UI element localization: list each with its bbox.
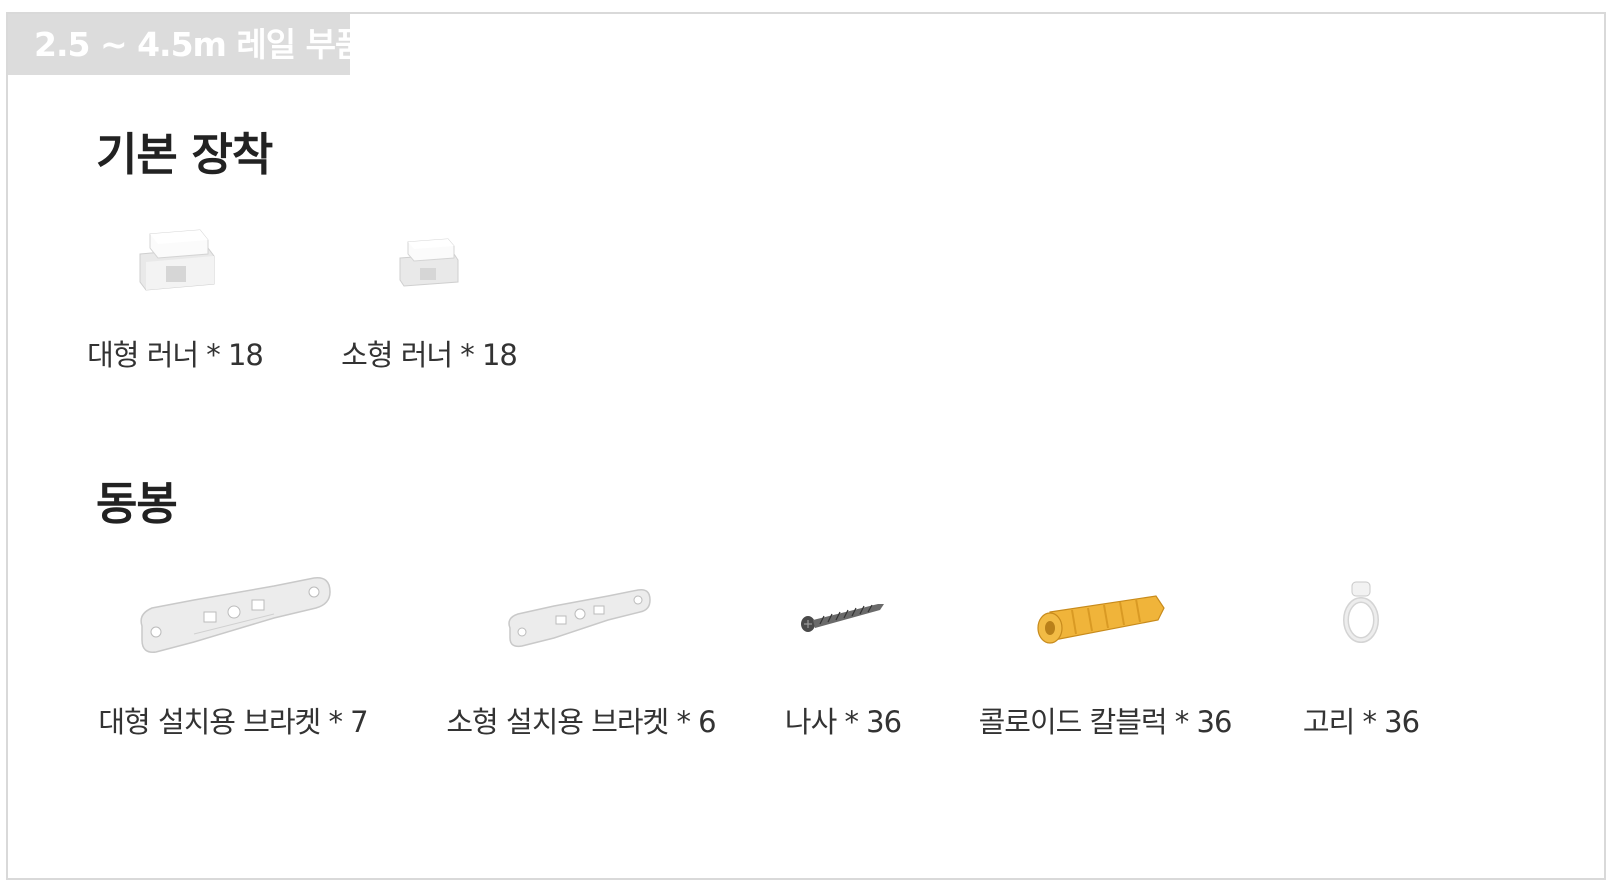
part-label: 소형 러너 * 18 xyxy=(341,338,518,372)
part-label: 나사 * 36 xyxy=(784,705,902,739)
part-item-wall-anchor: 콜로이드 칼블럭 * 36 xyxy=(970,574,1240,744)
part-item-hook-ring: 고리 * 36 xyxy=(1286,574,1436,744)
wall-anchor-icon xyxy=(1032,586,1172,656)
section-tag: 2.5 ~ 4.5m 레일 부품 xyxy=(8,14,365,75)
small-runner-icon xyxy=(394,236,464,292)
screw-icon xyxy=(798,596,888,636)
small-bracket-icon xyxy=(504,586,654,656)
part-label: 대형 설치용 브라켓 * 7 xyxy=(98,705,368,739)
part-label: 소형 설치용 브라켓 * 6 xyxy=(446,705,716,739)
included-section-title: 동봉 xyxy=(96,477,178,530)
part-label: 고리 * 36 xyxy=(1302,705,1420,739)
part-item-small-bracket: 소형 설치용 브라켓 * 6 xyxy=(436,574,726,744)
part-item-large-runner: 대형 러너 * 18 xyxy=(70,214,280,374)
parts-panel: 2.5 ~ 4.5m 레일 부품 기본 장착 대형 러너 * 18 소형 러너 … xyxy=(6,12,1606,880)
hook-ring-icon xyxy=(1336,576,1386,648)
large-runner-icon xyxy=(130,226,220,296)
part-label: 대형 러너 * 18 xyxy=(87,338,264,372)
part-item-screw: 나사 * 36 xyxy=(768,574,918,744)
part-label: 콜로이드 칼블럭 * 36 xyxy=(978,705,1233,739)
part-item-large-bracket: 대형 설치용 브라켓 * 7 xyxy=(88,574,378,744)
large-bracket-icon xyxy=(134,574,334,664)
part-item-small-runner: 소형 러너 * 18 xyxy=(324,214,534,374)
basic-section-title: 기본 장착 xyxy=(96,128,273,181)
